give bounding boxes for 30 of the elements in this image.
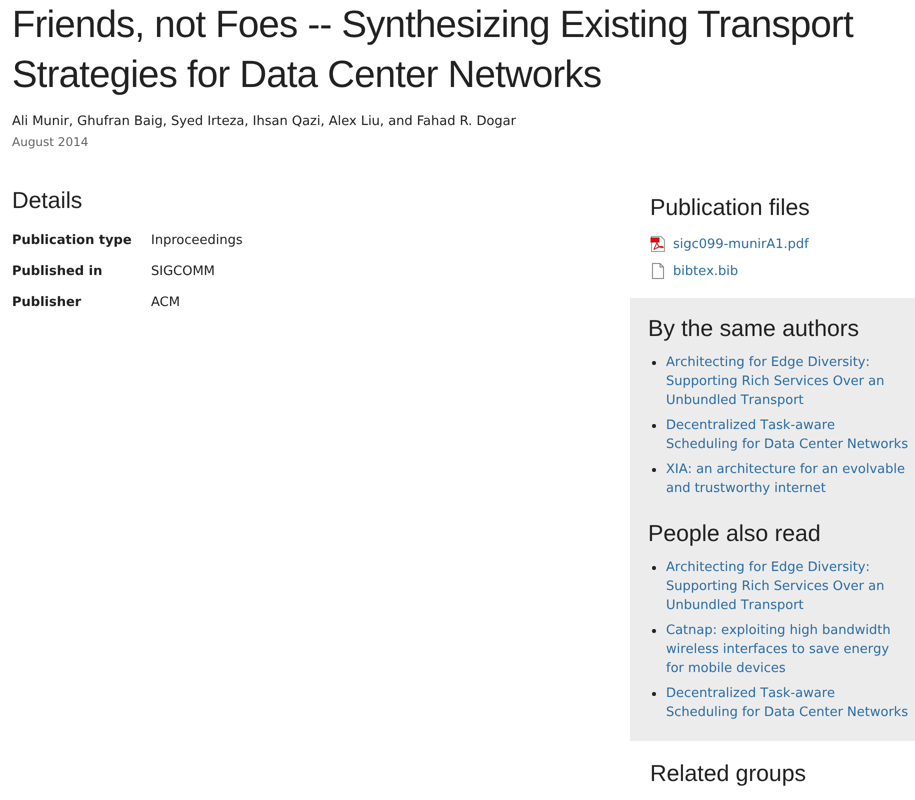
file-link[interactable]: bibtex.bib <box>673 262 738 280</box>
detail-label: Publication type <box>12 232 133 250</box>
file-link[interactable]: sigc099-munirA1.pdf <box>673 234 809 254</box>
detail-value: Inproceedings <box>151 232 243 250</box>
detail-value: ACM <box>151 294 181 312</box>
section-heading: Details <box>12 186 84 215</box>
detail-label: Publisher <box>12 294 82 312</box>
publication-link[interactable]: Catnap: exploiting high bandwidth wireless interfaces to save energy for mobile devices <box>666 621 910 678</box>
bullet-icon <box>652 692 656 696</box>
section-heading: Publication files <box>650 193 810 222</box>
section-heading: Related groups <box>650 759 807 788</box>
bullet-icon <box>652 468 656 472</box>
detail-label: Published in <box>12 263 104 281</box>
bullet-icon <box>652 629 656 633</box>
authors-text: Ali Munir, Ghufran Baig, Syed Irteza, Ihsan Qazi, Alex Liu, and Fahad R. Dogar <box>12 114 517 130</box>
page-title: Friends, not Foes -- Synthesizing Existing Transport Strategies for Data Center Networks <box>12 3 854 98</box>
detail-value: SIGCOMM <box>151 263 216 281</box>
publication-link[interactable]: Architecting for Edge Diversity: Supporting Rich Services Over an Unbundled Transport <box>666 558 910 615</box>
publication-link[interactable]: Decentralized Task-aware Scheduling for Data Center Networks <box>666 416 910 454</box>
publication-link[interactable]: Decentralized Task-aware Scheduling for Data Center Networks <box>666 684 910 722</box>
publication-date: August 2014 <box>12 134 90 150</box>
bullet-icon <box>652 424 656 428</box>
section-heading: By the same authors <box>648 314 859 343</box>
pdf-file-icon <box>650 236 666 252</box>
publication-link[interactable]: XIA: an architecture for an evolvable and trustworthy internet <box>666 460 910 498</box>
section-heading: People also read <box>648 519 821 548</box>
publication-link[interactable]: Architecting for Edge Diversity: Supporting Rich Services Over an Unbundled Transport <box>666 353 910 410</box>
bullet-icon <box>652 566 656 570</box>
blank-file-icon <box>650 263 666 279</box>
bullet-icon <box>652 361 656 365</box>
